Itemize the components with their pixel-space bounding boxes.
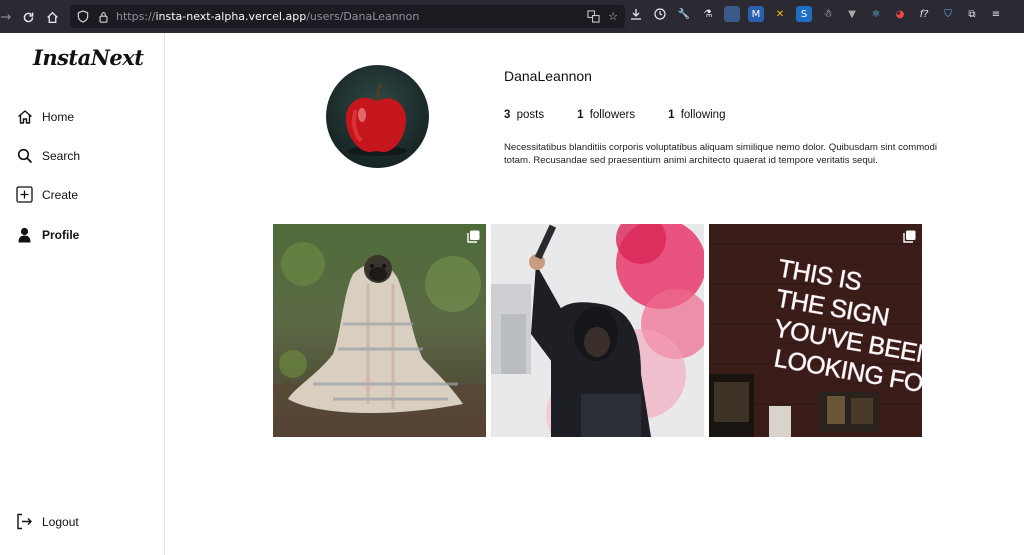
logout-label: Logout <box>42 514 79 529</box>
followers-label: followers <box>589 109 636 121</box>
extension-icon-4[interactable]: ✕ <box>772 6 788 22</box>
sidebar-item-label: Search <box>42 148 81 163</box>
sidebar-item-create[interactable]: Create <box>16 186 78 203</box>
extension-icon-8[interactable]: ⚛ <box>868 6 884 22</box>
wrench-icon[interactable]: 🔧 <box>676 6 692 22</box>
sidebar-item-label: Create <box>42 187 79 202</box>
address-bar[interactable]: https://insta-next-alpha.vercel.app/user… <box>70 5 625 28</box>
multiple-images-icon <box>903 230 916 243</box>
profile-bio: Necessitatibus blanditiis corporis volup… <box>504 142 937 167</box>
extension-icon-6[interactable]: ☃ <box>820 6 836 22</box>
sidebar-item-profile[interactable]: Profile <box>16 226 79 243</box>
profile-username: DanaLeannon <box>504 68 592 84</box>
extension-icon-10[interactable]: f? <box>916 6 932 22</box>
plus-square-icon <box>16 186 33 203</box>
profile-page: DanaLeannon 3 posts 1 followers 1 follow… <box>165 33 1024 555</box>
search-icon <box>16 147 33 164</box>
url-path: /users/DanaLeannon <box>306 10 420 23</box>
app-logo[interactable]: InstaNext <box>33 45 144 70</box>
extension-icon-11[interactable]: ⛉ <box>940 6 956 22</box>
url-text: https://insta-next-alpha.vercel.app/user… <box>116 10 419 23</box>
following-label: following <box>680 109 726 121</box>
extension-icon-1[interactable]: ⚗ <box>700 6 716 22</box>
following-stat[interactable]: 1 following <box>668 109 725 121</box>
multiple-images-icon <box>467 230 480 243</box>
lock-icon[interactable] <box>96 10 110 24</box>
shield-icon[interactable] <box>76 10 90 24</box>
profile-stats: 3 posts 1 followers 1 following <box>504 109 758 121</box>
post-thumbnail-smoke[interactable] <box>491 224 704 437</box>
followers-stat[interactable]: 1 followers <box>577 109 635 121</box>
followers-count: 1 <box>577 109 584 121</box>
sidebar-item-label: Home <box>42 109 75 124</box>
neon-sign-image: THIS IS THE SIGN YOU'VE BEEN LOOKING FOR <box>709 224 922 437</box>
post-thumbnail-pug[interactable] <box>273 224 486 437</box>
posts-count: 3 <box>504 109 511 121</box>
sidebar: InstaNext Home Search Create Profile Log… <box>0 33 165 555</box>
sidebar-item-home[interactable]: Home <box>16 108 74 125</box>
translate-icon[interactable] <box>585 8 601 24</box>
following-count: 1 <box>668 109 675 121</box>
puzzle-icon[interactable]: ⧉ <box>964 6 980 22</box>
user-icon <box>16 226 33 243</box>
bookmark-star-icon[interactable]: ☆ <box>605 8 621 24</box>
url-scheme: https:// <box>116 10 156 23</box>
posts-stat: 3 posts <box>504 109 544 121</box>
posts-label: posts <box>516 109 545 121</box>
logout-icon <box>16 513 33 530</box>
home-icon <box>16 108 33 125</box>
extension-icon-9[interactable]: ◕ <box>892 6 908 22</box>
extension-icon-7[interactable]: ▼ <box>844 6 860 22</box>
browser-toolbar: → https://insta-next-alpha.vercel.app/us… <box>0 0 1024 33</box>
menu-icon[interactable]: ≡ <box>988 6 1004 22</box>
sidebar-item-label: Profile <box>42 227 80 242</box>
posts-grid: THIS IS THE SIGN YOU'VE BEEN LOOKING FOR <box>273 224 922 437</box>
extension-icon-3[interactable]: M <box>748 6 764 22</box>
post-thumbnail-neon[interactable]: THIS IS THE SIGN YOU'VE BEEN LOOKING FOR <box>709 224 922 437</box>
extension-icon-2[interactable] <box>724 6 740 22</box>
extension-icon-5[interactable]: S <box>796 6 812 22</box>
url-host: insta-next-alpha.vercel.app <box>155 10 307 23</box>
download-icon[interactable] <box>628 6 644 22</box>
home-browser-icon[interactable] <box>40 5 64 29</box>
pug-in-blanket-image <box>273 224 486 437</box>
pink-smoke-image <box>491 224 704 437</box>
sidebar-item-search[interactable]: Search <box>16 147 80 164</box>
avatar[interactable] <box>326 65 429 168</box>
reload-icon[interactable] <box>16 5 40 29</box>
history-icon[interactable] <box>652 6 668 22</box>
logout-button[interactable]: Logout <box>16 513 79 530</box>
